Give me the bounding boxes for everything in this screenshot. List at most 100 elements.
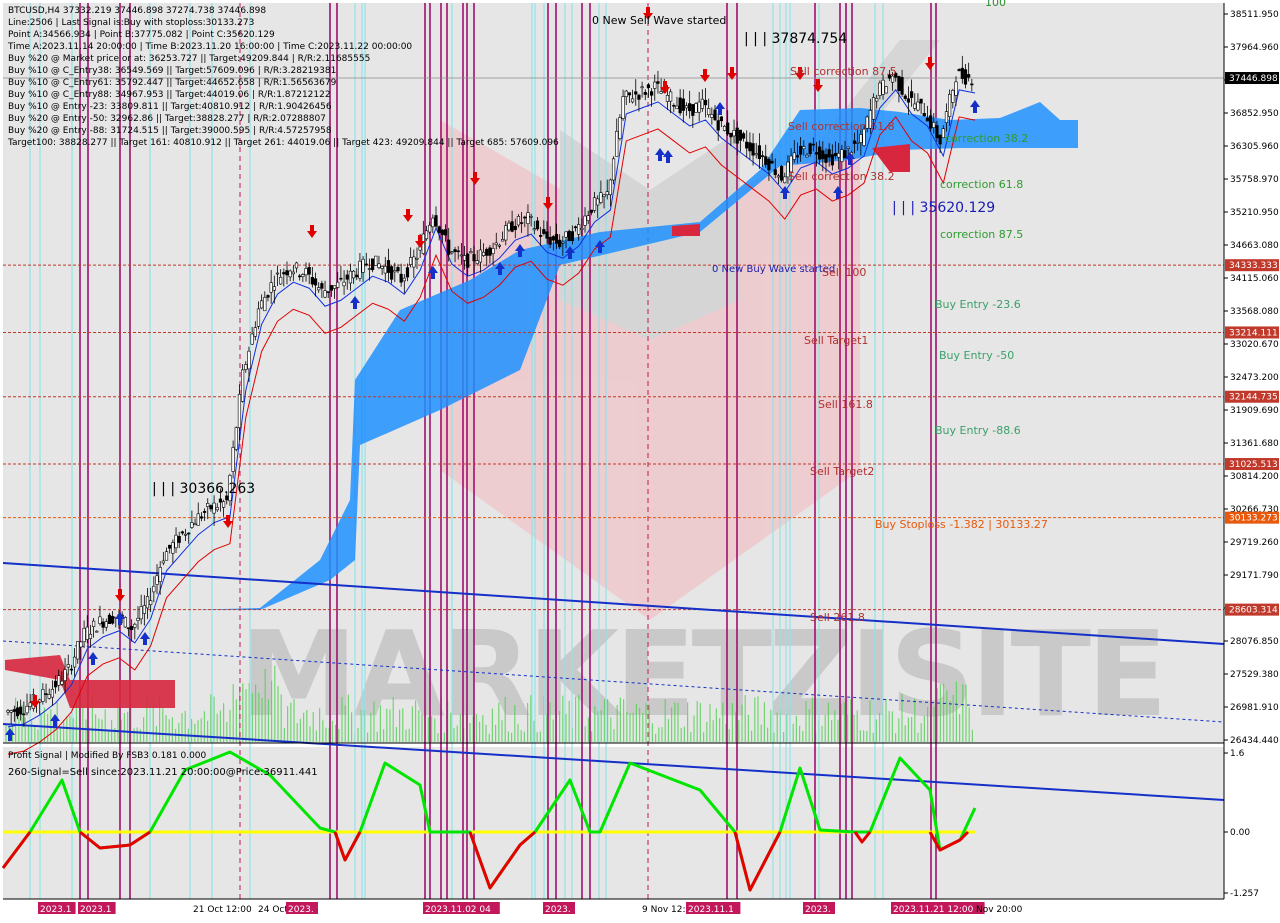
candle-body bbox=[275, 272, 280, 275]
candle-body bbox=[358, 260, 362, 279]
left-price-label: | | | 30366.263 bbox=[152, 481, 255, 497]
candle-body bbox=[751, 143, 755, 156]
candle-body bbox=[615, 130, 619, 157]
candle-body bbox=[852, 140, 857, 144]
candle-body bbox=[317, 287, 321, 291]
candle-body bbox=[145, 596, 150, 609]
candle-body bbox=[542, 229, 546, 234]
candle-body bbox=[558, 239, 562, 248]
candle-body bbox=[767, 158, 771, 171]
candle-body bbox=[44, 693, 48, 695]
indicator-tick-label: 1.6 bbox=[1230, 749, 1245, 759]
buy-entry-50-label: Buy Entry -50 bbox=[939, 349, 1014, 362]
candle-body bbox=[345, 274, 349, 280]
time-label: 2023.11.1 bbox=[688, 905, 734, 915]
candle-body bbox=[570, 231, 574, 241]
candle-body bbox=[624, 90, 628, 98]
candle-body bbox=[402, 277, 406, 282]
candle-body bbox=[247, 350, 251, 370]
candle-body bbox=[85, 626, 89, 640]
candle-body bbox=[722, 125, 727, 131]
red-cloud-small bbox=[672, 224, 700, 236]
candle-body bbox=[329, 285, 333, 291]
candle-body bbox=[323, 290, 327, 298]
candle-body bbox=[738, 129, 742, 141]
candle-body bbox=[364, 263, 368, 266]
candle-body bbox=[209, 505, 213, 510]
candle-body bbox=[326, 291, 330, 293]
candle-body bbox=[497, 244, 502, 247]
chart-window: MARKETZISITE 0 New Sell Wave started 0 N… bbox=[0, 0, 1280, 920]
candle-body bbox=[361, 258, 365, 273]
candle-body bbox=[263, 297, 267, 312]
candle-body bbox=[313, 278, 318, 286]
price-tick-label: 34663.080 bbox=[1230, 241, 1279, 251]
candle-body bbox=[196, 513, 200, 526]
candle-body bbox=[925, 117, 930, 122]
candle-body bbox=[269, 282, 273, 293]
candle-body bbox=[9, 710, 13, 713]
candle-body bbox=[634, 91, 638, 95]
candle-body bbox=[437, 226, 441, 233]
candle-body bbox=[92, 620, 96, 627]
price-tick-label: 32473.200 bbox=[1230, 373, 1279, 383]
candle-body bbox=[291, 271, 295, 275]
candle-body bbox=[554, 234, 559, 244]
candle-body bbox=[957, 69, 961, 72]
correction-382-label: correction 38.2 bbox=[945, 132, 1028, 145]
candle-body bbox=[478, 249, 483, 263]
candle-body bbox=[371, 258, 375, 271]
buy-entry-236-label: Buy Entry -23.6 bbox=[935, 298, 1021, 311]
candle-body bbox=[919, 98, 923, 104]
candle-body bbox=[859, 134, 863, 143]
new-buy-wave-label: 0 New Buy Wave started bbox=[712, 264, 835, 275]
candle-body bbox=[202, 511, 207, 513]
candle-body bbox=[481, 251, 486, 256]
time-label: 2023.1 bbox=[80, 905, 112, 915]
candle-body bbox=[475, 260, 479, 264]
candle-body bbox=[573, 226, 578, 229]
candle-body bbox=[272, 286, 276, 291]
indicator-signal-text: 260-Signal=Sell since:2023.11.21 20:00:0… bbox=[8, 767, 318, 778]
candle-body bbox=[830, 154, 834, 166]
candle-body bbox=[332, 285, 337, 289]
candle-body bbox=[22, 713, 26, 716]
candle-body bbox=[643, 91, 647, 95]
candle-body bbox=[929, 115, 933, 129]
candle-body bbox=[526, 212, 530, 224]
candle-body bbox=[351, 270, 356, 279]
price-tick-label: 26434.440 bbox=[1230, 736, 1279, 746]
candle-body bbox=[101, 621, 105, 628]
candle-body bbox=[231, 447, 235, 472]
candle-body bbox=[707, 108, 711, 115]
sell-target1-label: Sell Target1 bbox=[804, 334, 868, 347]
candle-body bbox=[805, 154, 809, 158]
candle-body bbox=[561, 241, 565, 244]
candle-body bbox=[802, 146, 806, 150]
candle-body bbox=[535, 220, 540, 230]
candle-body bbox=[168, 544, 172, 549]
candle-body bbox=[653, 81, 657, 89]
candle-body bbox=[199, 516, 204, 519]
candle-body bbox=[98, 616, 102, 624]
candle-body bbox=[215, 507, 219, 511]
candle-body bbox=[130, 626, 134, 631]
candle-body bbox=[970, 83, 974, 86]
level-price-tag: 32144.735 bbox=[1229, 393, 1278, 403]
candle-body bbox=[897, 76, 901, 92]
candle-body bbox=[193, 523, 197, 526]
candle-body bbox=[237, 393, 242, 429]
candle-body bbox=[304, 268, 308, 276]
candle-body bbox=[504, 225, 508, 241]
candle-body bbox=[164, 551, 169, 561]
candle-body bbox=[760, 155, 765, 157]
candle-body bbox=[155, 575, 159, 585]
candle-body bbox=[665, 95, 670, 102]
candle-body bbox=[551, 236, 555, 241]
candle-body bbox=[713, 109, 717, 121]
candle-body bbox=[691, 104, 695, 116]
candle-body bbox=[605, 191, 609, 196]
candle-body bbox=[250, 333, 254, 345]
candle-body bbox=[462, 255, 467, 261]
watermark-text: MARKETZISITE bbox=[240, 605, 1164, 743]
